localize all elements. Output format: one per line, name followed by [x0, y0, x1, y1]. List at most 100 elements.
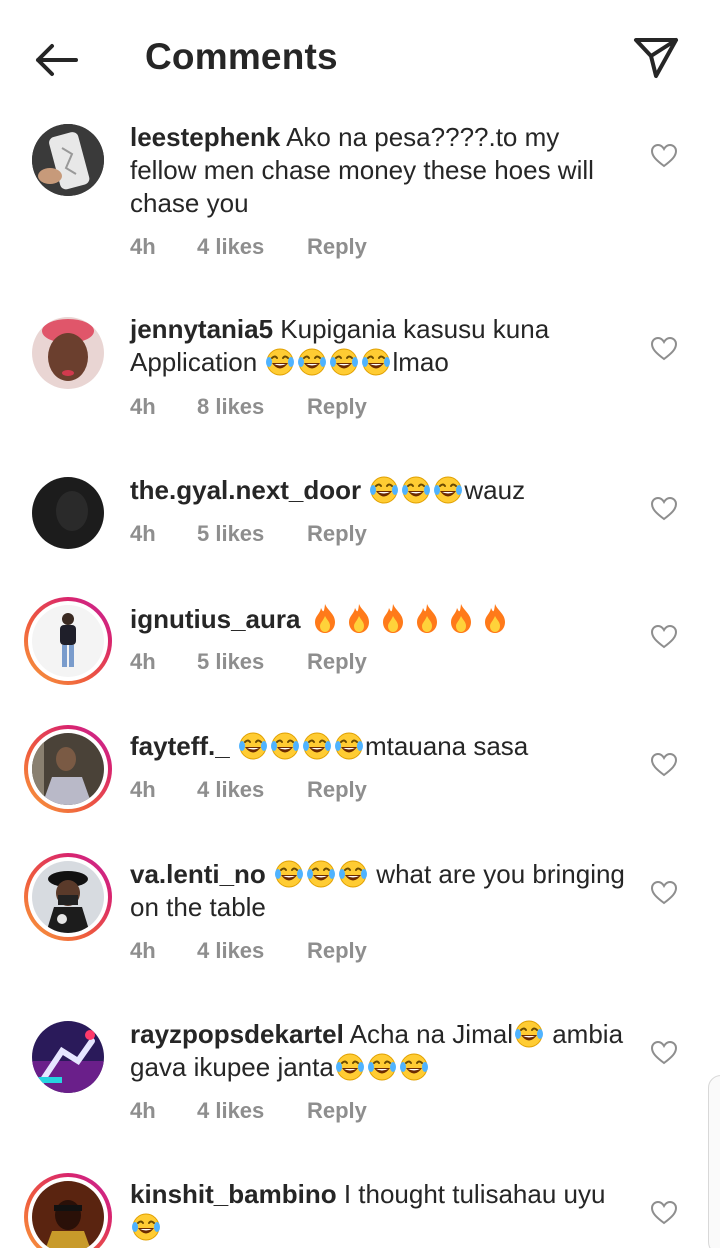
- like-button[interactable]: [650, 495, 678, 523]
- heart-outline-icon: [651, 625, 677, 649]
- comment-meta: 4h 5 likes Reply: [130, 521, 367, 547]
- comment-likes[interactable]: 4 likes: [197, 1098, 307, 1124]
- face-with-tears-of-joy-icon: [238, 731, 268, 761]
- comment-username[interactable]: jennytania5: [130, 314, 273, 344]
- comment-likes[interactable]: 4 likes: [197, 234, 307, 260]
- avatar[interactable]: [24, 469, 112, 557]
- comment-username[interactable]: ignutius_aura: [130, 604, 300, 634]
- comment-message-tail: lmao: [392, 347, 449, 377]
- comment-username[interactable]: fayteff._: [130, 731, 230, 761]
- comment-text: leestephenk Ako na pesa????.to my fellow…: [130, 121, 630, 220]
- like-button[interactable]: [650, 335, 678, 363]
- comment-meta: 4h 4 likes Reply: [130, 234, 367, 260]
- avatar[interactable]: [24, 1013, 112, 1101]
- comment-likes[interactable]: 8 likes: [197, 394, 307, 420]
- comment-meta: 4h 8 likes Reply: [130, 394, 367, 420]
- laugh-emoji-run: [237, 731, 365, 761]
- reply-button[interactable]: Reply: [307, 1098, 367, 1124]
- face-with-tears-of-joy-icon: [369, 475, 399, 505]
- face-with-tears-of-joy-icon: [131, 1212, 161, 1242]
- avatar-story-ring[interactable]: [24, 597, 112, 685]
- face-with-tears-of-joy-icon: [338, 859, 368, 889]
- avatar-image: [32, 861, 104, 933]
- comment-message: Acha na Jimal: [349, 1019, 513, 1049]
- heart-outline-icon: [651, 1041, 677, 1065]
- avatar[interactable]: [24, 309, 112, 397]
- face-with-tears-of-joy-icon: [334, 731, 364, 761]
- like-button[interactable]: [650, 1199, 678, 1227]
- heart-outline-icon: [651, 144, 677, 168]
- avatar[interactable]: [24, 116, 112, 204]
- comment-message-tail: mtauana sasa: [364, 731, 529, 761]
- comment-list: leestephenk Ako na pesa????.to my fellow…: [0, 0, 720, 1248]
- laugh-emoji-run: [368, 475, 464, 505]
- comment-meta: 4h 4 likes Reply: [130, 777, 367, 803]
- reply-button[interactable]: Reply: [307, 234, 367, 260]
- comment-username[interactable]: leestephenk: [130, 122, 280, 152]
- heart-outline-icon: [651, 497, 677, 521]
- face-with-tears-of-joy-icon: [433, 475, 463, 505]
- comment-text: kinshit_bambino I thought tulisahau uyu: [130, 1178, 630, 1244]
- avatar-story-ring[interactable]: [24, 1173, 112, 1248]
- comment-likes[interactable]: 5 likes: [197, 649, 307, 675]
- face-with-tears-of-joy-icon: [329, 347, 359, 377]
- comment-likes[interactable]: 4 likes: [197, 777, 307, 803]
- like-button[interactable]: [650, 751, 678, 779]
- comment-message: I thought tulisahau uyu: [343, 1179, 606, 1209]
- fire-icon: [379, 602, 407, 634]
- reply-button[interactable]: Reply: [307, 521, 367, 547]
- edge-panel-handle[interactable]: [708, 1075, 720, 1248]
- comment-time: 4h: [130, 649, 156, 674]
- comment-text: jennytania5 Kupigania kasusu kuna Applic…: [130, 313, 630, 379]
- comment-time: 4h: [130, 394, 156, 419]
- comment-time: 4h: [130, 777, 156, 802]
- face-with-tears-of-joy-icon: [306, 859, 336, 889]
- comment-username[interactable]: the.gyal.next_door: [130, 475, 361, 505]
- comment-time: 4h: [130, 938, 156, 963]
- fire-icon: [481, 602, 509, 634]
- face-with-tears-of-joy-icon: [335, 1052, 365, 1082]
- comment-text: the.gyal.next_door wauz: [130, 474, 630, 507]
- reply-button[interactable]: Reply: [307, 938, 367, 964]
- comment-likes[interactable]: 5 likes: [197, 521, 307, 547]
- avatar-story-ring[interactable]: [24, 853, 112, 941]
- comment-time: 4h: [130, 521, 156, 546]
- face-with-tears-of-joy-icon: [361, 347, 391, 377]
- laugh-emoji-run: [264, 347, 392, 377]
- face-with-tears-of-joy-icon: [514, 1019, 544, 1049]
- comment-meta: 4h 4 likes Reply: [130, 938, 367, 964]
- heart-outline-icon: [651, 337, 677, 361]
- heart-outline-icon: [651, 753, 677, 777]
- reply-button[interactable]: Reply: [307, 394, 367, 420]
- comment-username[interactable]: rayzpopsdekartel: [130, 1019, 344, 1049]
- comment-text: rayzpopsdekartel Acha na Jimal ambia gav…: [130, 1018, 630, 1084]
- avatar-image: [32, 317, 104, 389]
- comment-text: ignutius_aura: [130, 602, 630, 636]
- avatar: [32, 733, 104, 805]
- laugh-emoji-run: [130, 1212, 162, 1242]
- laugh-emoji-run: [273, 859, 369, 889]
- avatar-image: [32, 1181, 104, 1248]
- avatar-image: [32, 733, 104, 805]
- avatar-story-ring[interactable]: [24, 725, 112, 813]
- face-with-tears-of-joy-icon: [265, 347, 295, 377]
- like-button[interactable]: [650, 879, 678, 907]
- comment-meta: 4h 4 likes Reply: [130, 1098, 367, 1124]
- like-button[interactable]: [650, 142, 678, 170]
- reply-button[interactable]: Reply: [307, 777, 367, 803]
- avatar-image: [32, 605, 104, 677]
- reply-button[interactable]: Reply: [307, 649, 367, 675]
- comment-username[interactable]: kinshit_bambino: [130, 1179, 337, 1209]
- like-button[interactable]: [650, 1039, 678, 1067]
- avatar: [32, 861, 104, 933]
- comment-likes[interactable]: 4 likes: [197, 938, 307, 964]
- comment-message-tail: wauz: [464, 475, 526, 505]
- comment-text: fayteff._ mtauana sasa: [130, 730, 630, 763]
- fire-icon: [345, 602, 373, 634]
- face-with-tears-of-joy-icon: [367, 1052, 397, 1082]
- like-button[interactable]: [650, 623, 678, 651]
- comment-username[interactable]: va.lenti_no: [130, 859, 266, 889]
- face-with-tears-of-joy-icon: [297, 347, 327, 377]
- fire-icon: [311, 602, 339, 634]
- face-with-tears-of-joy-icon: [399, 1052, 429, 1082]
